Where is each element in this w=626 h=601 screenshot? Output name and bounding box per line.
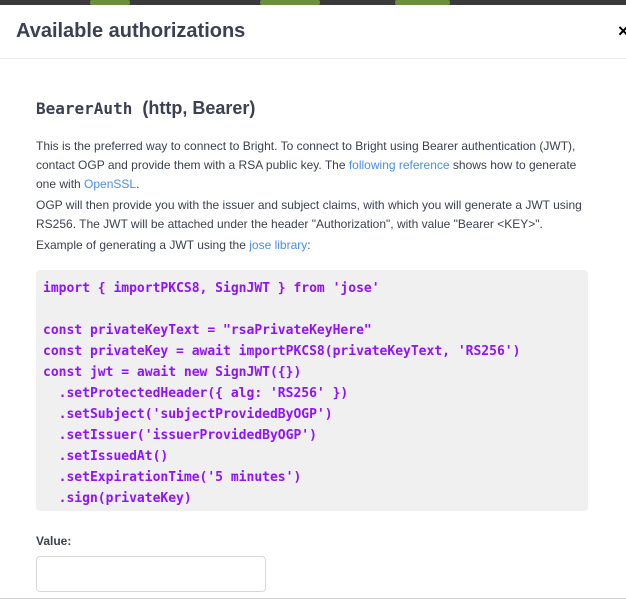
scheme-type: (http, Bearer)	[142, 98, 256, 118]
description-paragraph: OGP will then provide you with the issue…	[36, 198, 582, 231]
value-label: Value:	[36, 534, 72, 548]
modal-bottom-border	[0, 598, 626, 599]
code-block: import { importPKCS8, SignJWT } from 'jo…	[36, 270, 588, 511]
scheme-name: BearerAuth	[36, 99, 133, 118]
description-text: :	[307, 238, 311, 252]
scheme-title: BearerAuth (http, Bearer)	[36, 98, 255, 119]
jose-library-link[interactable]: jose library	[249, 238, 307, 252]
description-text: .	[136, 177, 140, 191]
modal-title: Available authorizations	[16, 20, 246, 42]
code-snippet: import { importPKCS8, SignJWT } from 'jo…	[43, 281, 521, 506]
openssl-link[interactable]: OpenSSL	[84, 177, 136, 191]
following-reference-link[interactable]: following reference	[349, 158, 450, 172]
description-paragraph: This is the preferred way to connect to …	[36, 137, 588, 194]
description-text: Example of generating a JWT using the	[36, 238, 250, 252]
description-paragraph: Example of generating a JWT using the jo…	[36, 236, 588, 255]
close-button[interactable]: ×	[618, 21, 626, 41]
value-input[interactable]	[36, 556, 266, 592]
modal-header: Available authorizations ×	[0, 5, 626, 59]
